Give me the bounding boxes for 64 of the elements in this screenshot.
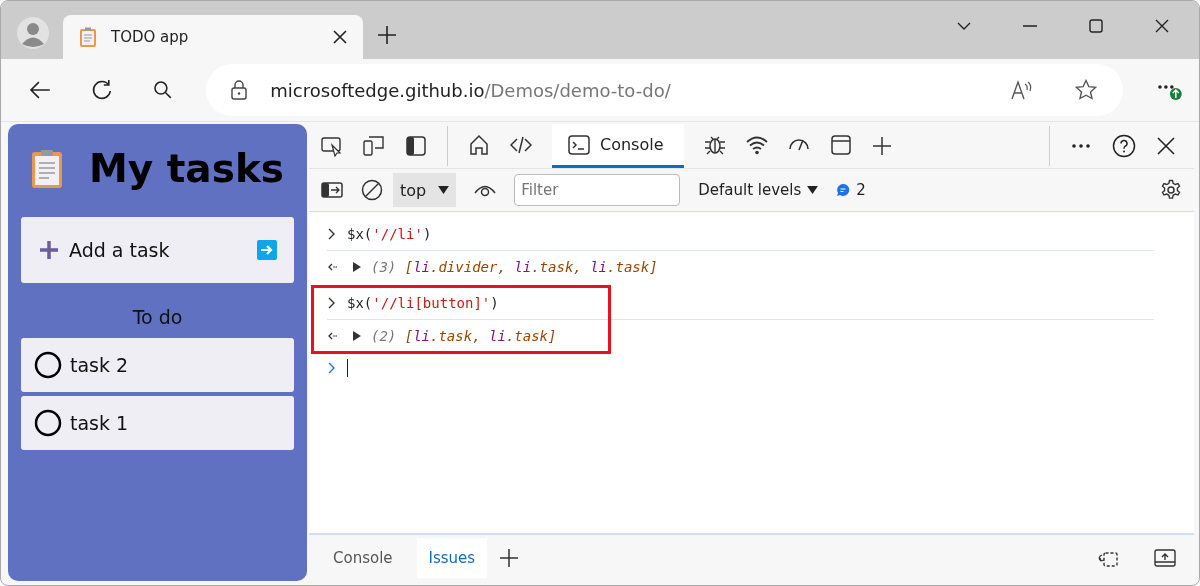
- tab-title: TODO app: [111, 28, 189, 46]
- close-icon[interactable]: [1155, 19, 1169, 33]
- maximize-icon[interactable]: [1089, 19, 1103, 33]
- console-tab[interactable]: Console: [552, 124, 684, 168]
- back-icon[interactable]: [29, 79, 51, 101]
- filter-field[interactable]: Filter: [514, 174, 681, 206]
- lock-icon: [230, 80, 249, 100]
- close-icon[interactable]: [333, 30, 347, 44]
- section-heading: To do: [131, 306, 184, 328]
- undock-icon[interactable]: [1154, 547, 1176, 569]
- plus-icon[interactable]: [499, 548, 520, 568]
- address-bar[interactable]: microsoftedge.github.io/Demos/demo-to-do/: [206, 64, 1124, 116]
- message-count[interactable]: 2: [836, 181, 866, 199]
- clipboard-icon: [79, 27, 97, 47]
- context-dropdown[interactable]: top: [393, 173, 457, 207]
- drawer-tab[interactable]: Issues: [416, 538, 488, 578]
- dropdown-value: top: [400, 180, 427, 200]
- return-icon: [327, 330, 337, 342]
- expand-icon[interactable]: [353, 331, 361, 341]
- plus-icon[interactable]: [871, 136, 892, 156]
- window-icon: [829, 133, 852, 156]
- checkbox-icon[interactable]: [34, 351, 62, 379]
- star-icon[interactable]: [1075, 79, 1098, 101]
- prompt-icon: [327, 297, 337, 309]
- sidebar-icon[interactable]: [405, 135, 427, 157]
- text-cursor: [347, 359, 348, 377]
- console-icon: [568, 133, 590, 156]
- search-icon[interactable]: [152, 80, 173, 100]
- device-icon[interactable]: [363, 135, 385, 157]
- console-code: $x('//li'): [347, 226, 432, 242]
- caret-icon: [438, 185, 450, 195]
- console-code: (3) [li.divider, li.task, li.task]: [371, 259, 658, 275]
- console-code: (2) [li.task, li.task]: [371, 328, 557, 344]
- sidebar-toggle-icon[interactable]: [321, 179, 343, 201]
- plus-icon: [39, 240, 59, 260]
- tab-label: Console: [600, 135, 664, 154]
- browser-tab[interactable]: TODO app: [63, 15, 363, 59]
- return-icon: [327, 261, 337, 273]
- settings-icon[interactable]: [1160, 179, 1182, 201]
- prompt-icon: [327, 228, 337, 240]
- checkbox-icon[interactable]: [34, 409, 62, 437]
- console-code: $x('//li[button]'): [347, 295, 499, 311]
- clear-icon[interactable]: [361, 179, 383, 201]
- count-text: 2: [856, 181, 866, 199]
- task-item[interactable]: task 2: [21, 338, 294, 392]
- help-icon[interactable]: [1112, 134, 1136, 158]
- inspect-icon[interactable]: [321, 135, 343, 157]
- refresh-icon[interactable]: [90, 79, 113, 101]
- new-tab-icon[interactable]: [377, 25, 397, 45]
- clipboard-icon: [30, 148, 63, 189]
- prompt-icon: [327, 362, 337, 374]
- message-icon: [836, 183, 851, 197]
- profile-icon[interactable]: [17, 17, 49, 49]
- read-aloud-icon[interactable]: [1011, 79, 1034, 101]
- close-icon[interactable]: [1156, 136, 1176, 156]
- caret-icon: [807, 185, 819, 195]
- house-icon: [468, 133, 490, 156]
- expand-icon[interactable]: [353, 262, 361, 272]
- arrow-right-icon[interactable]: [257, 240, 277, 260]
- url-text: microsoftedge.github.io/Demos/demo-to-do/: [270, 79, 671, 101]
- add-task-field[interactable]: Add a task: [21, 217, 294, 283]
- app-title: My tasks: [88, 146, 285, 191]
- task-item[interactable]: task 1: [21, 396, 294, 450]
- drawer-tab[interactable]: Console: [321, 538, 405, 578]
